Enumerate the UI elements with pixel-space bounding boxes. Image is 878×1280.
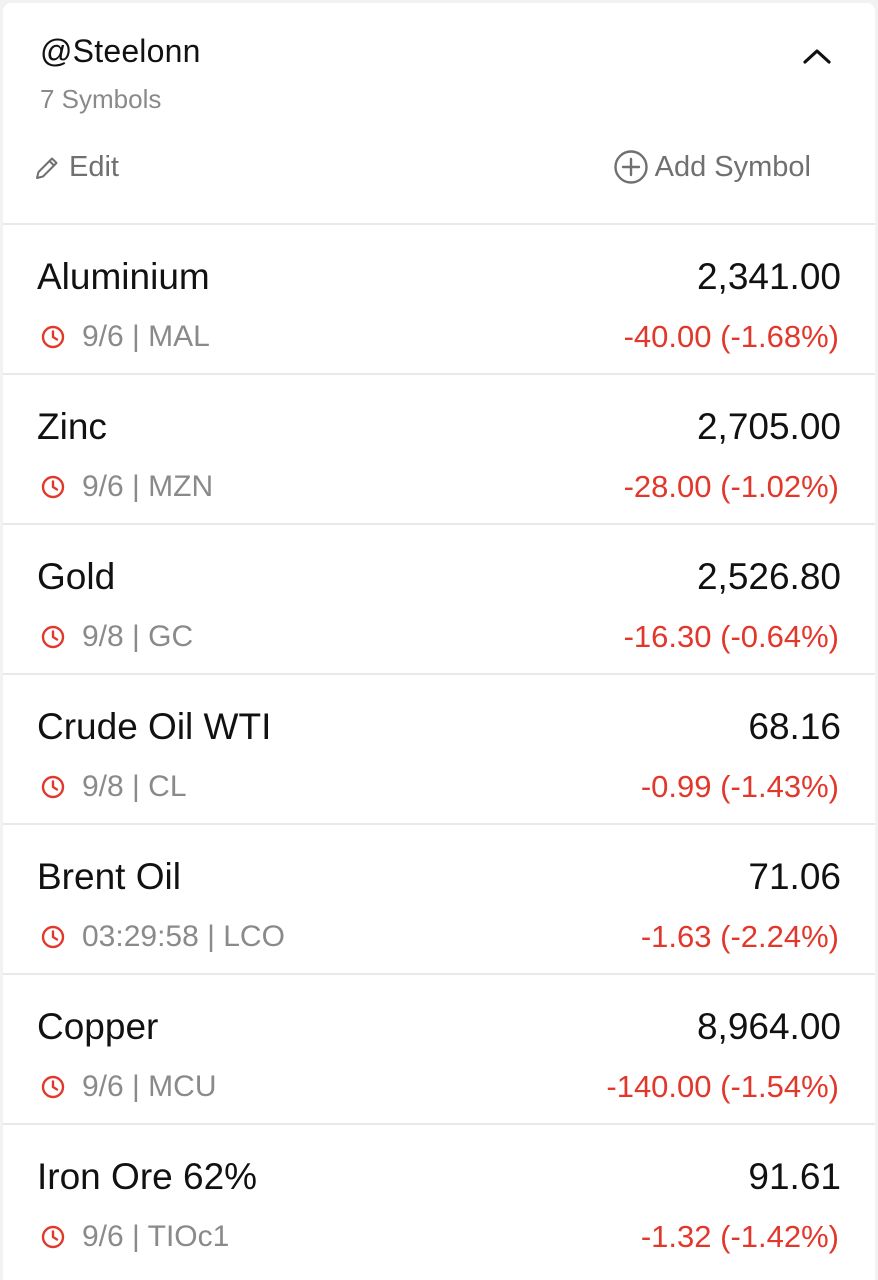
symbol-list: Aluminium 2,341.00 9/6 | MAL -40.00 (-1.… <box>3 225 875 1273</box>
symbol-count: 7 Symbols <box>40 84 162 114</box>
symbol-name: Zinc <box>37 406 107 447</box>
clock-icon <box>40 924 66 950</box>
symbol-change: -16.30 (-0.64%) <box>623 619 839 654</box>
symbol-change: -0.99 (-1.43%) <box>640 769 839 804</box>
symbol-meta: 9/6 | MZN <box>40 470 213 504</box>
add-symbol-label: Add Symbol <box>654 150 811 183</box>
symbol-row[interactable]: Crude Oil WTI 68.16 9/8 | CL -0.99 (-1.4… <box>3 675 875 825</box>
watchlist-header: @Steelonn 7 Symbols Edit Add Symbol <box>3 3 875 225</box>
symbol-price: 2,526.80 <box>696 556 841 597</box>
symbol-name: Copper <box>37 1006 159 1047</box>
symbol-meta: 9/6 | MAL <box>40 320 210 354</box>
symbol-name: Iron Ore 62% <box>37 1156 258 1197</box>
symbol-meta: 9/6 | MCU <box>40 1070 217 1104</box>
plus-circle-icon <box>613 150 648 184</box>
symbol-price: 8,964.00 <box>696 1006 841 1047</box>
watchlist-title[interactable]: @Steelonn <box>40 33 201 70</box>
symbol-meta: 9/8 | CL <box>40 770 187 804</box>
symbol-row[interactable]: Aluminium 2,341.00 9/6 | MAL -40.00 (-1.… <box>3 225 875 375</box>
edit-button[interactable]: Edit <box>33 151 119 184</box>
symbol-row[interactable]: Gold 2,526.80 9/8 | GC -16.30 (-0.64%) <box>3 525 875 675</box>
symbol-name: Brent Oil <box>37 856 181 897</box>
symbol-change: -40.00 (-1.68%) <box>623 319 839 354</box>
clock-icon <box>40 474 66 500</box>
symbol-change: -1.32 (-1.42%) <box>640 1219 839 1254</box>
symbol-price: 2,341.00 <box>696 256 841 297</box>
symbol-price: 71.06 <box>748 856 841 897</box>
symbol-row[interactable]: Iron Ore 62% 91.61 9/6 | TIOc1 -1.32 (-1… <box>3 1125 875 1273</box>
clock-icon <box>40 774 66 800</box>
edit-label: Edit <box>69 151 119 183</box>
symbol-time-ticker: 03:29:58 | LCO <box>82 920 285 953</box>
symbol-change: -28.00 (-1.02%) <box>623 469 839 504</box>
symbol-time-ticker: 9/8 | GC <box>82 620 194 653</box>
symbol-time-ticker: 9/6 | MZN <box>82 470 214 503</box>
clock-icon <box>40 624 66 650</box>
symbol-meta: 9/8 | GC <box>40 620 193 654</box>
watchlist-card: @Steelonn 7 Symbols Edit Add Symbol Alum… <box>3 3 875 1280</box>
add-symbol-button[interactable]: Add Symbol <box>613 149 811 185</box>
symbol-name: Gold <box>37 556 116 597</box>
symbol-row[interactable]: Zinc 2,705.00 9/6 | MZN -28.00 (-1.02%) <box>3 375 875 525</box>
pencil-icon <box>36 157 58 179</box>
chevron-up-icon <box>803 49 831 64</box>
collapse-button[interactable] <box>799 41 835 71</box>
clock-icon <box>40 1074 66 1100</box>
symbol-time-ticker: 9/6 | MAL <box>82 320 210 353</box>
symbol-name: Aluminium <box>37 256 210 297</box>
symbol-name: Crude Oil WTI <box>37 706 272 747</box>
symbol-price: 68.16 <box>748 706 841 747</box>
symbol-time-ticker: 9/6 | MCU <box>82 1070 217 1103</box>
symbol-row[interactable]: Brent Oil 71.06 03:29:58 | LCO -1.63 (-2… <box>3 825 875 975</box>
symbol-change: -1.63 (-2.24%) <box>640 919 839 954</box>
symbol-row[interactable]: Copper 8,964.00 9/6 | MCU -140.00 (-1.54… <box>3 975 875 1125</box>
clock-icon <box>40 1224 66 1250</box>
clock-icon <box>40 324 66 350</box>
symbol-time-ticker: 9/8 | CL <box>82 770 187 803</box>
symbol-meta: 9/6 | TIOc1 <box>40 1220 229 1254</box>
symbol-price: 91.61 <box>748 1156 841 1197</box>
symbol-meta: 03:29:58 | LCO <box>40 920 285 954</box>
symbol-time-ticker: 9/6 | TIOc1 <box>82 1220 230 1253</box>
symbol-price: 2,705.00 <box>696 406 841 447</box>
symbol-change: -140.00 (-1.54%) <box>606 1069 839 1104</box>
